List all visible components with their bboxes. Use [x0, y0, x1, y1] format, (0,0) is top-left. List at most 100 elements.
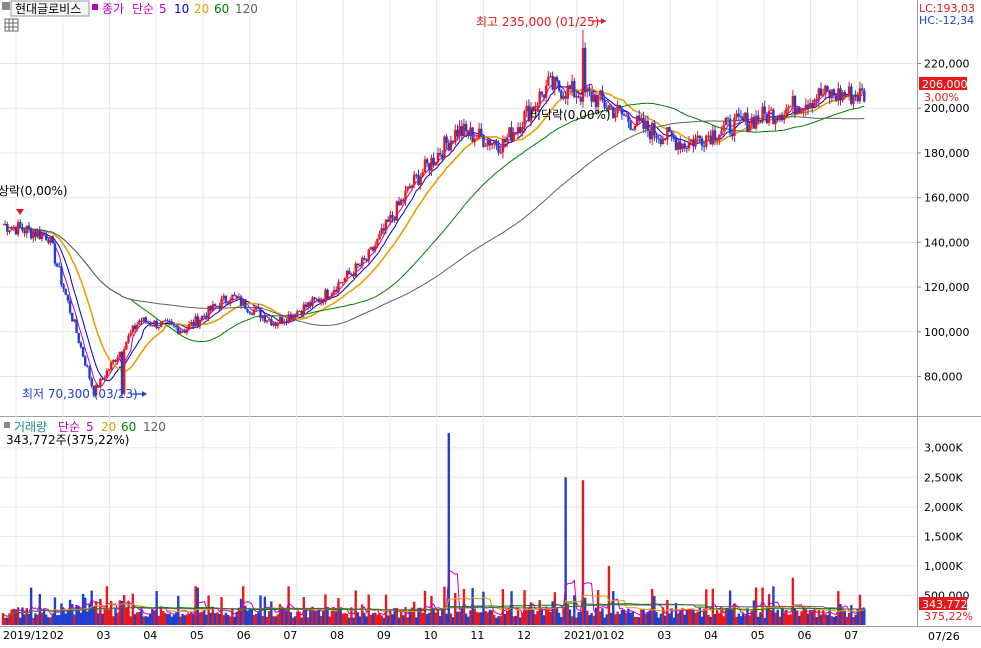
- candle-body: [386, 219, 390, 222]
- stock-name[interactable]: 현대글로비스: [15, 2, 81, 16]
- ma-type: 단순: [132, 2, 154, 16]
- time-tick-label: 02: [611, 629, 625, 642]
- candle-body: [698, 135, 702, 139]
- candle-body: [410, 185, 414, 188]
- candle-body: [261, 315, 264, 319]
- volume-bar: [250, 608, 254, 625]
- candle-body: [441, 154, 444, 159]
- candle-body: [365, 259, 368, 261]
- candle-body: [434, 162, 438, 166]
- candle-body: [564, 96, 567, 99]
- candle-body: [218, 305, 221, 309]
- candle-body: [722, 125, 725, 131]
- time-tick-label: 09: [377, 629, 391, 642]
- candle-body: [421, 172, 425, 177]
- candle-body: [237, 296, 241, 298]
- candle-body: [179, 330, 182, 334]
- volume-bar: [653, 596, 656, 625]
- volume-bar: [183, 615, 186, 625]
- stock-chart-window: 220,000 200,000 180,000 160,000 140,000 120,0…: [0, 0, 981, 644]
- candle-body: [8, 230, 11, 232]
- volume-bar: [51, 613, 54, 625]
- volume-bar: [382, 617, 386, 625]
- candle-body: [233, 294, 236, 297]
- volume-bar: [583, 597, 587, 625]
- volume-bar: [445, 613, 448, 625]
- candle-body: [354, 263, 357, 277]
- volume-bar: [674, 603, 678, 625]
- volume-bar: [586, 610, 589, 625]
- candle-body: [603, 100, 606, 108]
- candle-body: [38, 230, 41, 240]
- candle-body: [79, 342, 83, 347]
- volume-bar: [430, 595, 433, 625]
- volume-bar: [642, 608, 645, 625]
- price-tick-label: 80,000: [924, 370, 963, 383]
- candle-body: [170, 322, 173, 325]
- candle-body: [103, 377, 106, 379]
- candle-body: [627, 115, 630, 122]
- candle-body: [118, 351, 122, 358]
- volume-bar: [763, 617, 766, 625]
- candle-body: [575, 96, 578, 98]
- candle-body: [371, 247, 375, 251]
- candle-body: [519, 126, 522, 133]
- volume-bar: [570, 616, 574, 625]
- candle-body: [568, 85, 572, 90]
- candle-body: [451, 140, 455, 143]
- candle-body: [352, 274, 355, 277]
- candle-body: [475, 138, 479, 140]
- volume-bar: [229, 616, 232, 625]
- candle-body: [3, 223, 7, 225]
- ma-120: 120: [235, 2, 258, 16]
- volume-bar: [791, 577, 795, 625]
- volume-bar: [402, 615, 405, 625]
- volume-bar: [694, 613, 697, 625]
- candle-body: [209, 305, 212, 311]
- chart-canvas[interactable]: 220,000 200,000 180,000 160,000 140,000 120,0…: [0, 0, 981, 644]
- candle-body: [631, 129, 634, 131]
- volume-bar: [434, 612, 438, 625]
- candle-body: [824, 85, 827, 95]
- candle-body: [49, 236, 52, 243]
- volume-bar: [222, 615, 225, 625]
- volume-bar: [371, 613, 375, 625]
- volume-bar: [172, 614, 176, 625]
- volume-bar: [770, 609, 773, 625]
- candle-body: [449, 140, 453, 151]
- candle-body: [190, 322, 193, 325]
- candle-body: [471, 127, 474, 142]
- volume-bar: [328, 616, 331, 625]
- candle-body: [460, 126, 463, 136]
- volume-bar: [731, 609, 734, 625]
- volume-bar: [170, 616, 173, 625]
- candle-body: [464, 123, 468, 132]
- candle-body: [480, 128, 483, 137]
- candle-body: [358, 265, 362, 267]
- table-icon[interactable]: [4, 18, 19, 32]
- candle-body: [244, 299, 247, 310]
- volume-bar: [84, 597, 87, 625]
- volume-bar: [181, 613, 184, 625]
- candle-body: [287, 314, 290, 323]
- candle-body: [579, 97, 582, 102]
- volume-bar: [114, 607, 117, 625]
- candle-body: [651, 122, 654, 140]
- volume-bar: [847, 613, 851, 625]
- candle-body: [737, 113, 740, 117]
- volume-bar: [49, 617, 52, 625]
- volume-bar: [415, 617, 418, 625]
- candle-body: [313, 297, 316, 299]
- menu-icon[interactable]: [2, 2, 10, 10]
- volume-bar: [248, 609, 251, 625]
- candle-body: [133, 325, 137, 330]
- volume-bar: [592, 615, 595, 625]
- volume-bar: [689, 608, 693, 625]
- candle-body: [328, 296, 331, 299]
- candle-body: [644, 120, 647, 129]
- volume-bar: [447, 432, 450, 625]
- volume-bar: [808, 611, 812, 625]
- volume-bar: [692, 610, 695, 625]
- volume-bar: [86, 611, 89, 625]
- time-tick-label: 12: [517, 629, 531, 642]
